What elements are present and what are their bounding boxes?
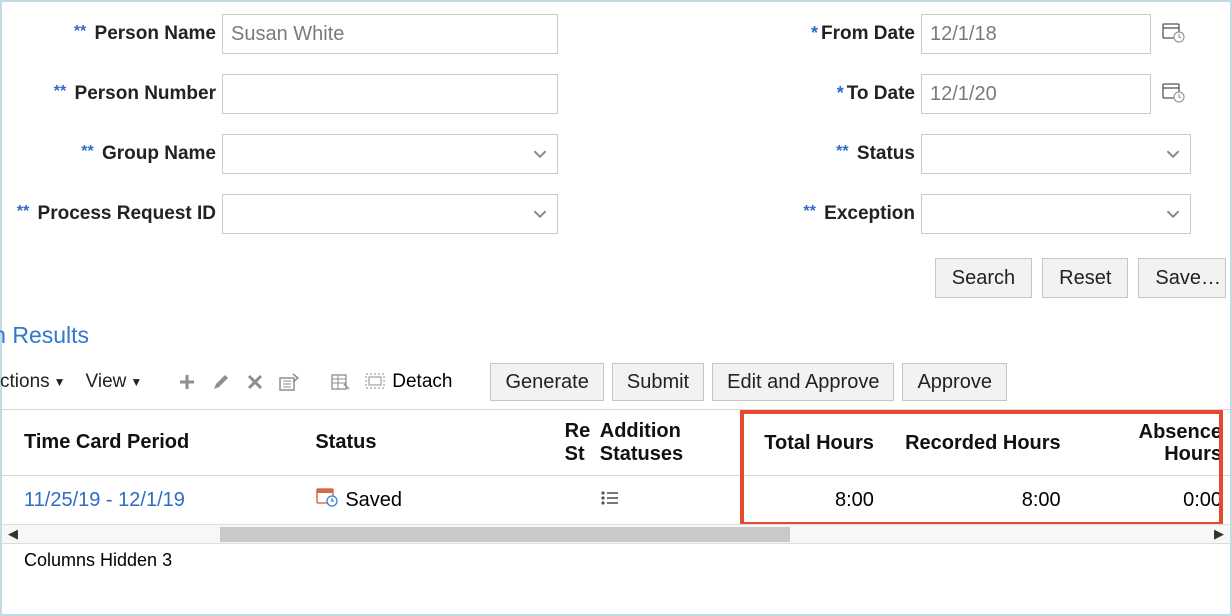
status-label: Status: [857, 143, 915, 164]
col-header-period[interactable]: Time Card Period: [2, 410, 307, 475]
exception-label: Exception: [824, 203, 915, 224]
additional-statuses-icon[interactable]: [600, 489, 620, 512]
detach-icon[interactable]: [362, 369, 388, 395]
actions-menu[interactable]: ctions ▼: [0, 368, 72, 396]
to-date-label: To Date: [847, 83, 915, 104]
col-header-re-st[interactable]: ReSt: [557, 410, 592, 475]
person-name-label: Person Name: [95, 23, 216, 44]
chevron-down-icon: [1166, 147, 1180, 161]
reset-button[interactable]: Reset: [1042, 258, 1128, 298]
detach-label[interactable]: Detach: [392, 371, 452, 393]
to-date-input[interactable]: [921, 74, 1151, 114]
horizontal-scrollbar[interactable]: ◀ ▶: [2, 524, 1230, 544]
col-header-status[interactable]: Status: [307, 410, 556, 475]
total-hours-cell: 8:00: [713, 476, 896, 524]
from-date-label: From Date: [821, 23, 915, 44]
view-menu-label: View: [86, 371, 127, 393]
col-header-addl-statuses[interactable]: AdditionStatuses: [592, 410, 713, 475]
col-header-total-hours[interactable]: Total Hours: [713, 410, 896, 475]
calendar-clock-icon[interactable]: [1161, 80, 1185, 109]
process-request-id-label: Process Request ID: [38, 203, 216, 224]
recorded-hours-cell: 8:00: [896, 476, 1069, 524]
caret-down-icon: ▼: [130, 375, 142, 389]
calendar-clock-icon[interactable]: [1161, 20, 1185, 49]
edit-and-approve-button[interactable]: Edit and Approve: [712, 363, 894, 401]
delete-icon[interactable]: [242, 369, 268, 395]
search-button[interactable]: Search: [935, 258, 1032, 298]
chevron-down-icon: [1166, 207, 1180, 221]
view-menu[interactable]: View ▼: [80, 368, 149, 396]
group-name-select[interactable]: [222, 134, 558, 174]
chevron-down-icon: [533, 207, 547, 221]
add-icon[interactable]: [174, 369, 200, 395]
generate-button[interactable]: Generate: [490, 363, 603, 401]
status-text: Saved: [345, 489, 402, 512]
actions-menu-label: ctions: [0, 371, 50, 393]
status-select[interactable]: [921, 134, 1191, 174]
col-header-absence-hours[interactable]: Absence Hours: [1069, 410, 1230, 475]
status-icon: [315, 486, 339, 514]
exception-select[interactable]: [921, 194, 1191, 234]
group-name-label: Group Name: [102, 143, 216, 164]
from-date-input[interactable]: [921, 14, 1151, 54]
results-heading: rch Results: [0, 318, 1230, 361]
caret-down-icon: ▼: [54, 375, 66, 389]
col-header-recorded-hours[interactable]: Recorded Hours: [896, 410, 1069, 475]
absence-hours-cell: 0:00: [1069, 476, 1230, 524]
submit-button[interactable]: Submit: [612, 363, 704, 401]
table-row[interactable]: 11/25/19 - 12/1/19 Saved 8:00 8:00 0:00: [2, 476, 1230, 524]
period-link[interactable]: 11/25/19 - 12/1/19: [2, 476, 307, 524]
person-name-input[interactable]: [222, 14, 558, 54]
export-icon[interactable]: [276, 369, 302, 395]
approve-button[interactable]: Approve: [902, 363, 1007, 401]
edit-icon[interactable]: [208, 369, 234, 395]
save-button[interactable]: Save…: [1138, 258, 1226, 298]
query-by-example-icon[interactable]: [328, 369, 354, 395]
columns-hidden-note: Columns Hidden 3: [2, 544, 1230, 571]
chevron-down-icon: [533, 147, 547, 161]
person-number-label: Person Number: [75, 83, 216, 104]
person-number-input[interactable]: [222, 74, 558, 114]
process-request-id-select[interactable]: [222, 194, 558, 234]
